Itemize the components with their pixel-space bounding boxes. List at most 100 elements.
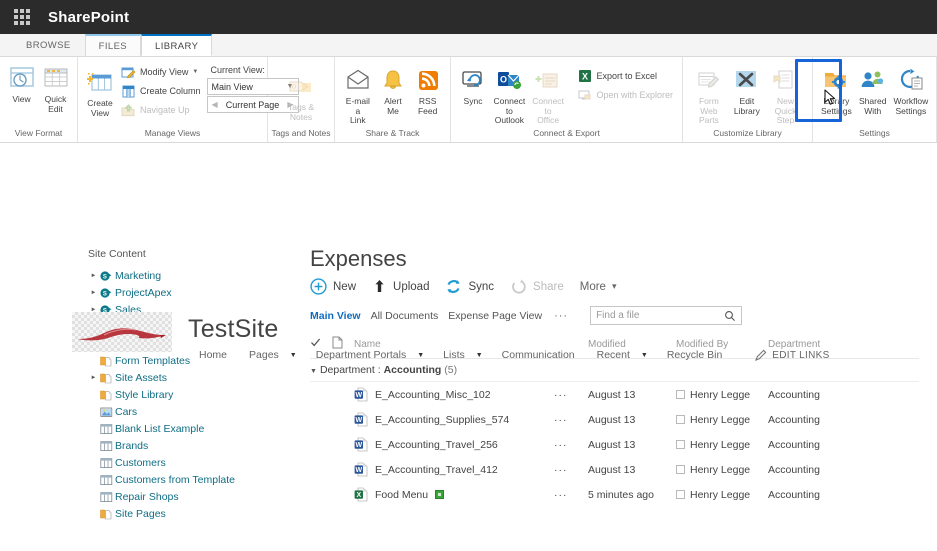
row-modified-by-name[interactable]: Henry Legge <box>690 414 750 426</box>
presence-checkbox[interactable] <box>676 415 685 425</box>
nav-item-recent[interactable]: Recent <box>586 346 641 364</box>
view-overflow-button[interactable]: ··· <box>552 310 582 322</box>
row-actions-button[interactable]: ··· <box>554 382 588 408</box>
library-settings-button[interactable]: Library Settings <box>818 63 855 118</box>
current-view-value: Main View <box>211 81 253 92</box>
app-launcher-waffle-icon[interactable] <box>14 9 30 25</box>
pager-prev-icon[interactable]: ◀ <box>212 100 218 109</box>
connect-to-outlook-button[interactable]: O Connect to Outlook <box>490 63 529 128</box>
workflow-settings-button[interactable]: Workflow Settings <box>891 63 931 118</box>
tab-library[interactable]: LIBRARY <box>141 34 213 56</box>
create-view-button[interactable]: Create View <box>83 61 117 120</box>
shared-with-button[interactable]: Shared With <box>855 63 891 118</box>
workflow-settings-label: Workflow Settings <box>893 96 929 116</box>
row-file-name[interactable]: E_Accounting_Travel_256 <box>375 439 498 451</box>
row-actions-button[interactable]: ··· <box>554 457 588 482</box>
presence-checkbox[interactable] <box>676 465 685 475</box>
row-select-cell[interactable] <box>310 407 332 432</box>
row-select-cell[interactable] <box>310 457 332 482</box>
table-row[interactable]: W E_Accounting_Misc_102 ··· August 13 He… <box>310 382 919 408</box>
row-modified-by-name[interactable]: Henry Legge <box>690 439 750 451</box>
tab-files[interactable]: FILES <box>84 34 142 56</box>
sidebar-item-site-pages[interactable]: Site Pages <box>88 505 310 522</box>
row-actions-button[interactable]: ··· <box>554 432 588 457</box>
edit-library-button[interactable]: Edit Library <box>730 63 764 118</box>
modify-view-caret-icon[interactable]: ▼ <box>192 69 198 75</box>
nav-caret-recent-icon[interactable]: ▼ <box>641 349 656 362</box>
row-modified-by-name[interactable]: Henry Legge <box>690 389 750 401</box>
nav-caret-lists-icon[interactable]: ▼ <box>476 349 491 362</box>
sidebar-item-label: Site Assets <box>115 371 167 384</box>
rss-feed-button[interactable]: RSS Feed <box>410 63 445 118</box>
quick-edit-button-label: Quick Edit <box>44 94 67 114</box>
view-button[interactable]: View <box>5 61 39 107</box>
view-tab-main-view[interactable]: Main View <box>310 308 371 324</box>
nav-item-lists[interactable]: Lists <box>432 346 476 364</box>
new-button[interactable]: New <box>310 276 372 297</box>
alert-me-label: Alert Me <box>384 96 402 116</box>
sidebar-item-customers-from-template[interactable]: Customers from Template <box>88 471 310 488</box>
presence-checkbox[interactable] <box>676 390 685 400</box>
view-tab-expense-page-view[interactable]: Expense Page View <box>448 308 552 324</box>
presence-checkbox[interactable] <box>676 440 685 450</box>
modify-view-button[interactable]: Modify View ▼ <box>117 63 205 81</box>
svg-text:W: W <box>355 417 362 424</box>
row-modified-by: Henry Legge <box>676 407 768 432</box>
table-row[interactable]: W E_Accounting_Supplies_574 ··· August 1… <box>310 407 919 432</box>
list-icon <box>99 439 114 453</box>
tab-browse[interactable]: BROWSE <box>12 34 85 56</box>
row-modified-by-name[interactable]: Henry Legge <box>690 464 750 476</box>
row-select-cell[interactable] <box>310 482 332 507</box>
row-actions-button[interactable]: ··· <box>554 482 588 507</box>
sync-button[interactable]: Sync <box>456 63 490 109</box>
row-file-name[interactable]: E_Accounting_Travel_412 <box>375 464 498 476</box>
row-select-cell[interactable] <box>310 432 332 457</box>
nav-item-recycle-bin[interactable]: Recycle Bin <box>656 346 733 364</box>
row-select-cell[interactable] <box>310 382 332 408</box>
alert-me-button[interactable]: Alert Me <box>376 63 411 118</box>
sidebar-item-repair-shops[interactable]: Repair Shops <box>88 488 310 505</box>
expand-twisty-icon[interactable]: ► <box>88 273 99 279</box>
row-file-name[interactable]: E_Accounting_Misc_102 <box>375 389 491 401</box>
table-row[interactable]: W E_Accounting_Travel_412 ··· August 13 … <box>310 457 919 482</box>
share-button-label: Share <box>533 280 564 293</box>
table-row[interactable]: X Food Menu ··· 5 minutes ago Henry Legg… <box>310 482 919 507</box>
sidebar-item-site-assets[interactable]: ► Site Assets <box>88 369 310 386</box>
top-navigation: Home Pages ▼ Department Portals ▼ Lists … <box>188 346 830 364</box>
svg-text:W: W <box>355 467 362 474</box>
search-input[interactable]: Find a file <box>590 306 743 325</box>
nav-caret-department-portals-icon[interactable]: ▼ <box>417 349 432 362</box>
sidebar-item-customers[interactable]: Customers <box>88 454 310 471</box>
sidebar-item-marketing[interactable]: ► S Marketing <box>88 267 310 284</box>
connect-to-outlook-label: Connect to Outlook <box>493 96 526 125</box>
create-column-button[interactable]: Create Column <box>117 82 205 100</box>
row-actions-button[interactable]: ··· <box>554 407 588 432</box>
presence-checkbox[interactable] <box>676 490 685 500</box>
table-row[interactable]: W E_Accounting_Travel_256 ··· August 13 … <box>310 432 919 457</box>
sidebar-item-blank-list-example[interactable]: Blank List Example <box>88 420 310 437</box>
nav-item-department-portals[interactable]: Department Portals <box>305 346 417 364</box>
nav-item-pages[interactable]: Pages <box>238 346 290 364</box>
email-a-link-button[interactable]: E-mail a Link <box>340 63 376 128</box>
row-modified-by-name[interactable]: Henry Legge <box>690 489 750 501</box>
sidebar-item-projectapex[interactable]: ► S ProjectApex <box>88 284 310 301</box>
row-file-name[interactable]: Food Menu <box>375 489 428 501</box>
nav-caret-pages-icon[interactable]: ▼ <box>290 349 305 362</box>
export-to-excel-button[interactable]: X Export to Excel <box>573 67 677 85</box>
nav-item-home[interactable]: Home <box>188 346 238 364</box>
upload-button[interactable]: Upload <box>372 276 445 297</box>
group-collapse-twisty-icon[interactable]: ▼ <box>310 368 317 375</box>
row-file-name[interactable]: E_Accounting_Supplies_574 <box>375 414 509 426</box>
sharepoint-brand-link[interactable]: SharePoint <box>48 9 129 26</box>
expand-twisty-icon[interactable]: ► <box>88 375 99 381</box>
expand-twisty-icon[interactable]: ► <box>88 290 99 296</box>
nav-item-communication[interactable]: Communication <box>491 346 586 364</box>
more-commands-button[interactable]: More ▾ <box>580 279 633 295</box>
sidebar-item-cars[interactable]: Cars <box>88 403 310 420</box>
sidebar-item-brands[interactable]: Brands <box>88 437 310 454</box>
sync-button-main[interactable]: Sync <box>445 276 510 297</box>
sidebar-item-style-library[interactable]: Style Library <box>88 386 310 403</box>
edit-links-button[interactable]: EDIT LINKS <box>733 349 829 361</box>
view-tab-all-documents[interactable]: All Documents <box>371 308 449 324</box>
quick-edit-button[interactable]: Quick Edit <box>39 61 73 116</box>
